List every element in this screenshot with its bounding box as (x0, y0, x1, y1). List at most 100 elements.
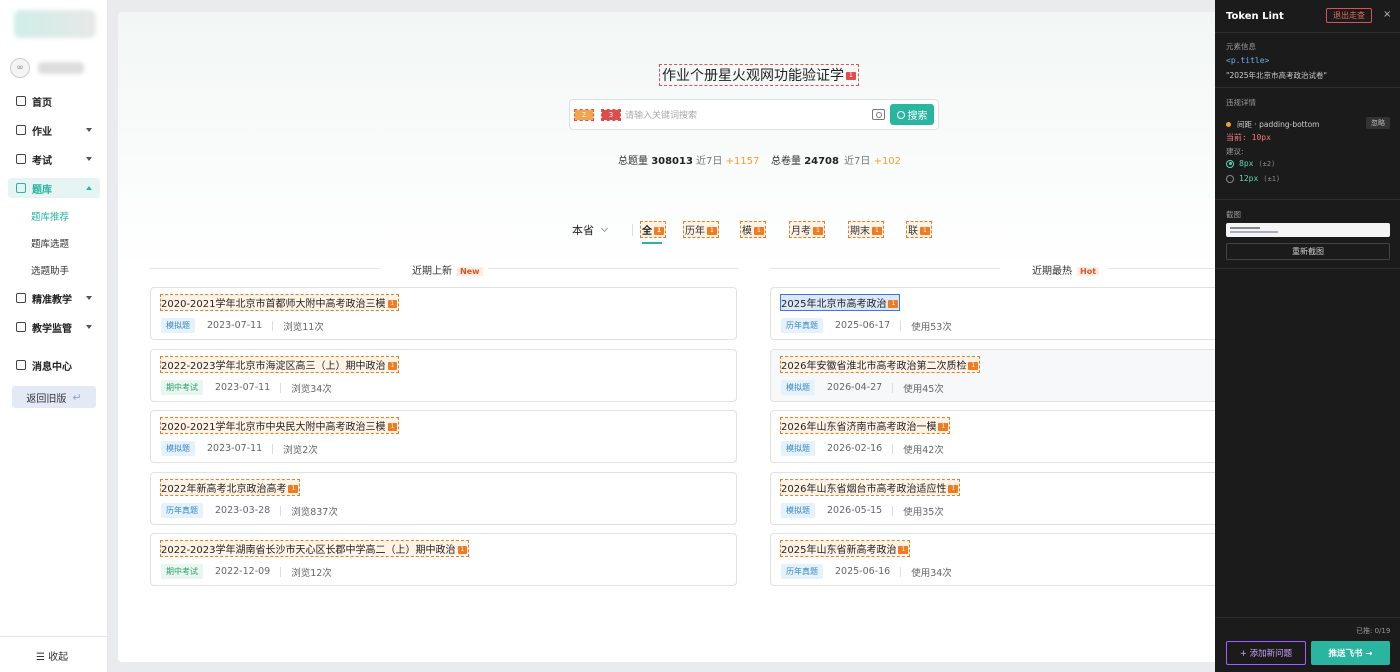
paper-card[interactable]: 2026年安徽省淮北市高考政治第二次质检 1 模拟题 2026-04-27 使用45次 (770, 349, 1218, 402)
suggest-option[interactable]: 8px (±2) (1226, 159, 1275, 168)
nav-supervise[interactable]: 教学监管 (8, 317, 100, 337)
subnav-recommend[interactable]: 题库推荐 (31, 209, 69, 223)
lint-token-badge[interactable]: 1 (872, 227, 882, 235)
close-icon[interactable]: × (1383, 9, 1391, 20)
screenshot-thumbnail[interactable] (1226, 223, 1390, 237)
collapse-button[interactable]: ☰ 收起 (36, 648, 68, 663)
paper-card[interactable]: 2022年新高考北京政治高考 1 历年真题 2023-03-28 浏览837次 (150, 472, 737, 525)
paper-date: 2023-07-11 (215, 382, 271, 393)
lint-token-badge[interactable]: 1 (654, 227, 665, 235)
avatar: ∞ (10, 58, 30, 78)
paper-views: 浏览837次 (291, 506, 338, 518)
divider (892, 382, 894, 393)
paper-card[interactable]: 2025年山东省新高考政治 1 历年真题 2025-06-16 使用34次 (770, 533, 1218, 586)
tab-label: 月考 (791, 226, 811, 237)
paper-title[interactable]: 2026年安徽省淮北市高考政治第二次质检 1 (779, 356, 981, 373)
lint-token-badge[interactable]: 1 (846, 72, 856, 80)
suggest-option[interactable]: 12px (±1) (1226, 174, 1280, 183)
paper-card[interactable]: 2020-2021学年北京市中央民大附中高考政治三模 1 模拟题 2023-07-1… (150, 410, 737, 463)
camera-icon[interactable] (872, 109, 885, 120)
province-select[interactable]: 本省 (572, 222, 609, 238)
paper-title[interactable]: 2026年山东省济南市高考政治一模 1 (779, 417, 951, 434)
back-to-old-button[interactable]: 返回旧版 ↵ (12, 386, 96, 408)
nav-label: 作业 (32, 126, 52, 138)
paper-card[interactable]: 2026年山东省烟台市高考政治适应性 1 模拟题 2026-05-15 使用35次 (770, 472, 1218, 525)
nav-precise-teaching[interactable]: 精准教学 (8, 288, 100, 308)
add-issue-button[interactable]: + 添加新问题 (1226, 641, 1306, 665)
lint-token-badge[interactable]: 1 (813, 227, 823, 235)
lint-token-badge[interactable]: 1 (938, 423, 949, 431)
stat-recent-questions: 近7日 +1157 (696, 152, 759, 167)
user-profile[interactable]: ∞ (10, 58, 100, 78)
lint-token-badge[interactable]: 1 (888, 300, 899, 308)
tab-past-years[interactable]: 历年 1 (683, 221, 719, 238)
divider (770, 268, 1000, 269)
divider (892, 505, 894, 516)
retake-screenshot-button[interactable]: 重新截图 (1226, 243, 1390, 260)
divider (280, 382, 282, 393)
lint-token-badge[interactable]: 2 (574, 109, 594, 121)
lint-token-badge[interactable]: 1 (288, 485, 299, 493)
lint-token-badge[interactable]: 1 (707, 227, 717, 235)
lint-token-badge[interactable]: 1 (457, 546, 468, 554)
paper-meta: 期中考试 2022-12-09 浏览12次 (161, 564, 332, 579)
lint-token-badge[interactable]: 1 (968, 362, 979, 370)
lint-token-badge[interactable]: 1 (898, 546, 909, 554)
nav-homework[interactable]: 作业 (8, 120, 100, 140)
paper-title[interactable]: 2022-2023学年北京市海淀区高三（上）期中政治 1 (159, 356, 400, 373)
tab-mock[interactable]: 模1 (740, 221, 766, 238)
divider (1215, 199, 1400, 200)
paper-card[interactable]: 2025年北京市高考政治 1 历年真题 2025-06-17 使用53次 (770, 287, 1218, 340)
lint-token-badge[interactable]: 1 (948, 485, 959, 493)
paper-title[interactable]: 2026年山东省烟台市高考政治适应性 1 (779, 479, 961, 496)
active-tab-indicator (642, 242, 662, 244)
lint-token-badge[interactable]: 1 (920, 227, 930, 235)
current-value: 当前: 10px (1226, 132, 1271, 143)
nav-home[interactable]: 首页 (8, 91, 100, 111)
paper-card[interactable]: 2022-2023学年湖南省长沙市天心区长郡中学高二（上）期中政治 1 期中考试 2… (150, 533, 737, 586)
target-icon (16, 293, 26, 303)
chevron-down-icon (86, 325, 92, 329)
nav-question-bank[interactable]: 题库 (8, 178, 100, 198)
paper-title[interactable]: 2020-2021学年北京市首都师大附中高考政治三模 1 (159, 294, 400, 311)
lint-token-badge[interactable]: 1 (387, 362, 398, 370)
tab-final[interactable]: 期末 1 (848, 221, 884, 238)
lint-token-badge[interactable]: 3 (601, 109, 621, 121)
search-button[interactable]: 搜索 (890, 104, 934, 125)
lint-token-badge[interactable]: 1 (754, 227, 764, 235)
paper-card[interactable]: 2020-2021学年北京市首都师大附中高考政治三模 1 模拟题 2023-07-1… (150, 287, 737, 340)
paper-card[interactable]: 2026年山东省济南市高考政治一模 1 模拟题 2026-02-16 使用42次 (770, 410, 1218, 463)
collapse-icon: ☰ (36, 652, 45, 663)
paper-title[interactable]: 2025年北京市高考政治 1 (779, 294, 901, 311)
paper-card[interactable]: 2022-2023学年北京市海淀区高三（上）期中政治 1 期中考试 2023-07-… (150, 349, 737, 402)
lint-token-badge[interactable]: 1 (387, 423, 398, 431)
paper-title[interactable]: 2020-2021学年北京市中央民大附中高考政治三模 1 (159, 417, 400, 434)
tab-joint[interactable]: 联1 (906, 221, 932, 238)
nav-exam[interactable]: 考试 (8, 149, 100, 169)
element-info-label: 元素信息 (1226, 42, 1256, 51)
element-selector: <p.title> (1226, 56, 1270, 65)
divider (150, 268, 380, 269)
push-feishu-button[interactable]: 推送飞书 → (1311, 641, 1390, 665)
collapse-label: 收起 (48, 652, 69, 663)
ignore-button[interactable]: 忽略 (1366, 117, 1390, 129)
section-title: 近期上新 (412, 266, 452, 277)
subnav-assistant[interactable]: 选题助手 (31, 263, 69, 277)
radio-selected-icon[interactable] (1226, 159, 1234, 168)
new-badge: New (457, 267, 483, 276)
tab-all[interactable]: 全1 (639, 221, 667, 238)
tab-monthly[interactable]: 月考 1 (789, 221, 825, 238)
search-input[interactable] (625, 108, 855, 123)
paper-title-text: 2025年山东省新高考政治 (781, 545, 897, 556)
divider (280, 566, 282, 577)
paper-title[interactable]: 2022年新高考北京政治高考 1 (159, 479, 301, 496)
subnav-select[interactable]: 题库选题 (31, 236, 69, 250)
paper-title[interactable]: 2022-2023学年湖南省长沙市天心区长郡中学高二（上）期中政治 1 (159, 540, 470, 557)
radio-icon[interactable] (1226, 174, 1234, 183)
lint-token-badge[interactable]: 1 (387, 300, 398, 308)
exit-review-button[interactable]: 退出走查 (1326, 8, 1372, 23)
main-content: 作业个册星火观网功能验证学1 2 3 搜索 总题量 308013 近7日 +11… (118, 12, 1218, 662)
paper-views: 浏览34次 (291, 383, 332, 395)
paper-title[interactable]: 2025年山东省新高考政治 1 (779, 540, 911, 557)
nav-messages[interactable]: 消息中心 (8, 355, 100, 375)
